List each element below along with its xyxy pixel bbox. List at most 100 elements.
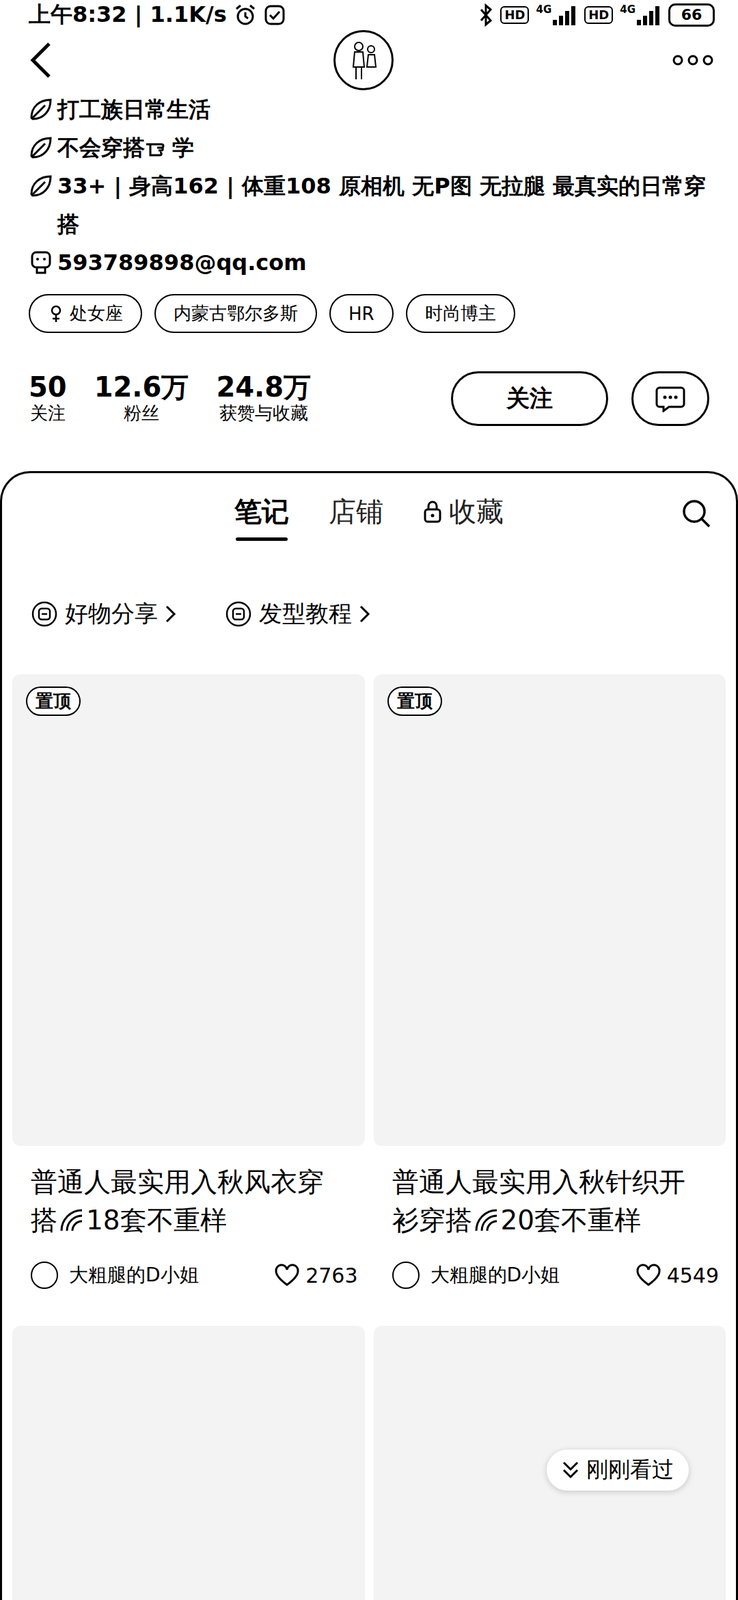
email: 593789898@qq.com — [57, 243, 307, 282]
tab-label: 收藏 — [448, 492, 504, 531]
tag-label: HR — [348, 303, 375, 324]
like-count: 2763 — [305, 1262, 358, 1287]
person-icon — [346, 39, 381, 81]
signal-icon — [636, 4, 662, 26]
chevron-right-icon — [164, 604, 177, 624]
chat-button[interactable] — [631, 371, 710, 426]
stats-row: 50关注 12.6万粉丝 24.8万获赞与收藏 关注 — [28, 371, 710, 426]
rainbow-icon — [58, 1206, 85, 1233]
note-title: 普通人最实用入秋风衣穿搭18套不重样 — [12, 1145, 365, 1239]
title-part: 20套不重样 — [500, 1204, 642, 1235]
zodiac-icon — [47, 304, 65, 324]
email-line: 593789898@qq.com — [28, 243, 710, 282]
tag-list: 处女座 内蒙古鄂尔多斯 HR 时尚博主 — [28, 293, 710, 333]
profile-tag: 内蒙古鄂尔多斯 — [154, 293, 318, 333]
profile-header: 打工族日常生活不会穿搭学33+ | 身高162 | 体重108 原相机 无P图 … — [0, 90, 738, 426]
tab[interactable]: 笔记 — [234, 485, 290, 541]
tab-inner: 店铺 — [328, 492, 384, 531]
chevron-right-icon — [358, 604, 372, 624]
collection-icon — [224, 599, 253, 628]
follow-button[interactable]: 关注 — [451, 371, 609, 426]
like-count: 4549 — [666, 1262, 719, 1287]
recently-viewed-button[interactable]: 刚刚看过 — [546, 1448, 689, 1490]
stat-label: 获赞与收藏 — [219, 401, 309, 426]
search-icon[interactable] — [681, 498, 712, 529]
bio-text: 33+ | 身高162 | 体重108 原相机 无P图 无拉腿 最真实的日常穿搭 — [57, 166, 710, 244]
tab-label: 店铺 — [328, 492, 384, 531]
pointing-hand-icon — [144, 137, 173, 158]
stat-value: 50 — [28, 371, 67, 402]
bio-text: 不会穿搭学 — [57, 128, 195, 167]
profile-avatar[interactable] — [333, 30, 394, 91]
network: 4G — [619, 4, 662, 26]
tag-label: 时尚博主 — [425, 301, 497, 326]
alarm-icon — [233, 3, 257, 27]
network: 4G — [535, 4, 578, 26]
like-button[interactable]: 2763 — [274, 1262, 358, 1287]
collection-item[interactable]: 好物分享 — [30, 597, 177, 630]
tab-inner: 笔记 — [234, 492, 290, 531]
network-type: 4G — [619, 4, 636, 16]
lock-icon — [422, 499, 443, 523]
tab-bar: 笔记店铺 收藏 — [2, 472, 736, 553]
bio-part: 33+ | 身高162 | 体重108 原相机 无P图 无拉腿 最真实的日常穿搭 — [57, 172, 706, 238]
bio-part: 学 — [172, 134, 195, 161]
leaf-icon — [28, 97, 54, 122]
note-cover — [12, 673, 365, 1146]
chat-icon — [655, 384, 686, 413]
check-icon — [263, 4, 286, 26]
tab-inner: 收藏 — [422, 492, 504, 531]
double-chevron-down-icon — [561, 1459, 580, 1479]
like-button[interactable]: 4549 — [635, 1262, 719, 1287]
tab[interactable]: 收藏 — [422, 485, 504, 541]
action-buttons: 关注 — [451, 371, 710, 426]
pinned-badge: 置顶 — [25, 686, 81, 716]
profile-tag: 时尚博主 — [405, 293, 516, 333]
note-cover — [373, 673, 727, 1146]
contact-icon — [28, 250, 54, 275]
bio-part: 打工族日常生活 — [57, 96, 211, 123]
heart-icon — [635, 1262, 662, 1287]
status-right: HD4GHD4G66 — [478, 3, 715, 27]
stat[interactable]: 50关注 — [28, 371, 67, 426]
rainbow-icon — [473, 1206, 500, 1233]
pinned-badge: 置顶 — [387, 686, 443, 716]
bio-line: 不会穿搭学 — [28, 128, 710, 167]
bio-part: 不会穿搭 — [57, 134, 145, 161]
tab-label: 笔记 — [234, 492, 290, 531]
stat[interactable]: 12.6万粉丝 — [94, 371, 190, 426]
author-name: 大粗腿的D小姐 — [69, 1261, 199, 1288]
bio-line: 打工族日常生活 — [28, 90, 710, 129]
note-author-row: 大粗腿的D小姐 4549 — [373, 1255, 727, 1315]
collection-list: 好物分享 发型教程 — [2, 576, 736, 652]
tag-label: 内蒙古鄂尔多斯 — [173, 301, 298, 326]
collection-icon — [30, 599, 59, 628]
bio-line: 33+ | 身高162 | 体重108 原相机 无P图 无拉腿 最真实的日常穿搭 — [28, 166, 710, 244]
collection-label: 好物分享 — [64, 597, 158, 630]
note-card[interactable]: 置顶普通人最实用入秋风衣穿搭18套不重样大粗腿的D小姐 2763 — [12, 673, 365, 1315]
tab-list: 笔记店铺 收藏 — [234, 485, 504, 541]
nav-bar — [0, 30, 738, 91]
network-type: 4G — [535, 4, 552, 16]
note-title: 普通人最实用入秋针织开衫穿搭20套不重样 — [373, 1145, 727, 1239]
stats: 50关注 12.6万粉丝 24.8万获赞与收藏 — [28, 371, 311, 426]
hd-badge: HD — [584, 6, 613, 24]
author-name: 大粗腿的D小姐 — [430, 1261, 561, 1288]
tag-label: 处女座 — [69, 301, 123, 326]
battery: 66 — [668, 3, 715, 27]
author: 大粗腿的D小姐 — [30, 1260, 199, 1289]
status-left: 上午8:32 | 1.1K/s — [28, 0, 286, 31]
leaf-icon — [28, 135, 54, 160]
note-card[interactable] — [12, 1324, 365, 1599]
heart-icon — [274, 1262, 300, 1287]
more-icon[interactable] — [672, 53, 714, 67]
tab[interactable]: 店铺 — [328, 485, 384, 541]
collection-label: 发型教程 — [258, 597, 352, 630]
bio-text: 打工族日常生活 — [57, 90, 211, 129]
stat-value: 24.8万 — [215, 371, 311, 402]
collection-item[interactable]: 发型教程 — [224, 597, 372, 630]
back-icon[interactable] — [27, 41, 55, 80]
recent-label: 刚刚看过 — [586, 1454, 674, 1485]
note-card[interactable]: 置顶普通人最实用入秋针织开衫穿搭20套不重样大粗腿的D小姐 4549 — [373, 673, 727, 1315]
stat[interactable]: 24.8万获赞与收藏 — [215, 371, 311, 426]
